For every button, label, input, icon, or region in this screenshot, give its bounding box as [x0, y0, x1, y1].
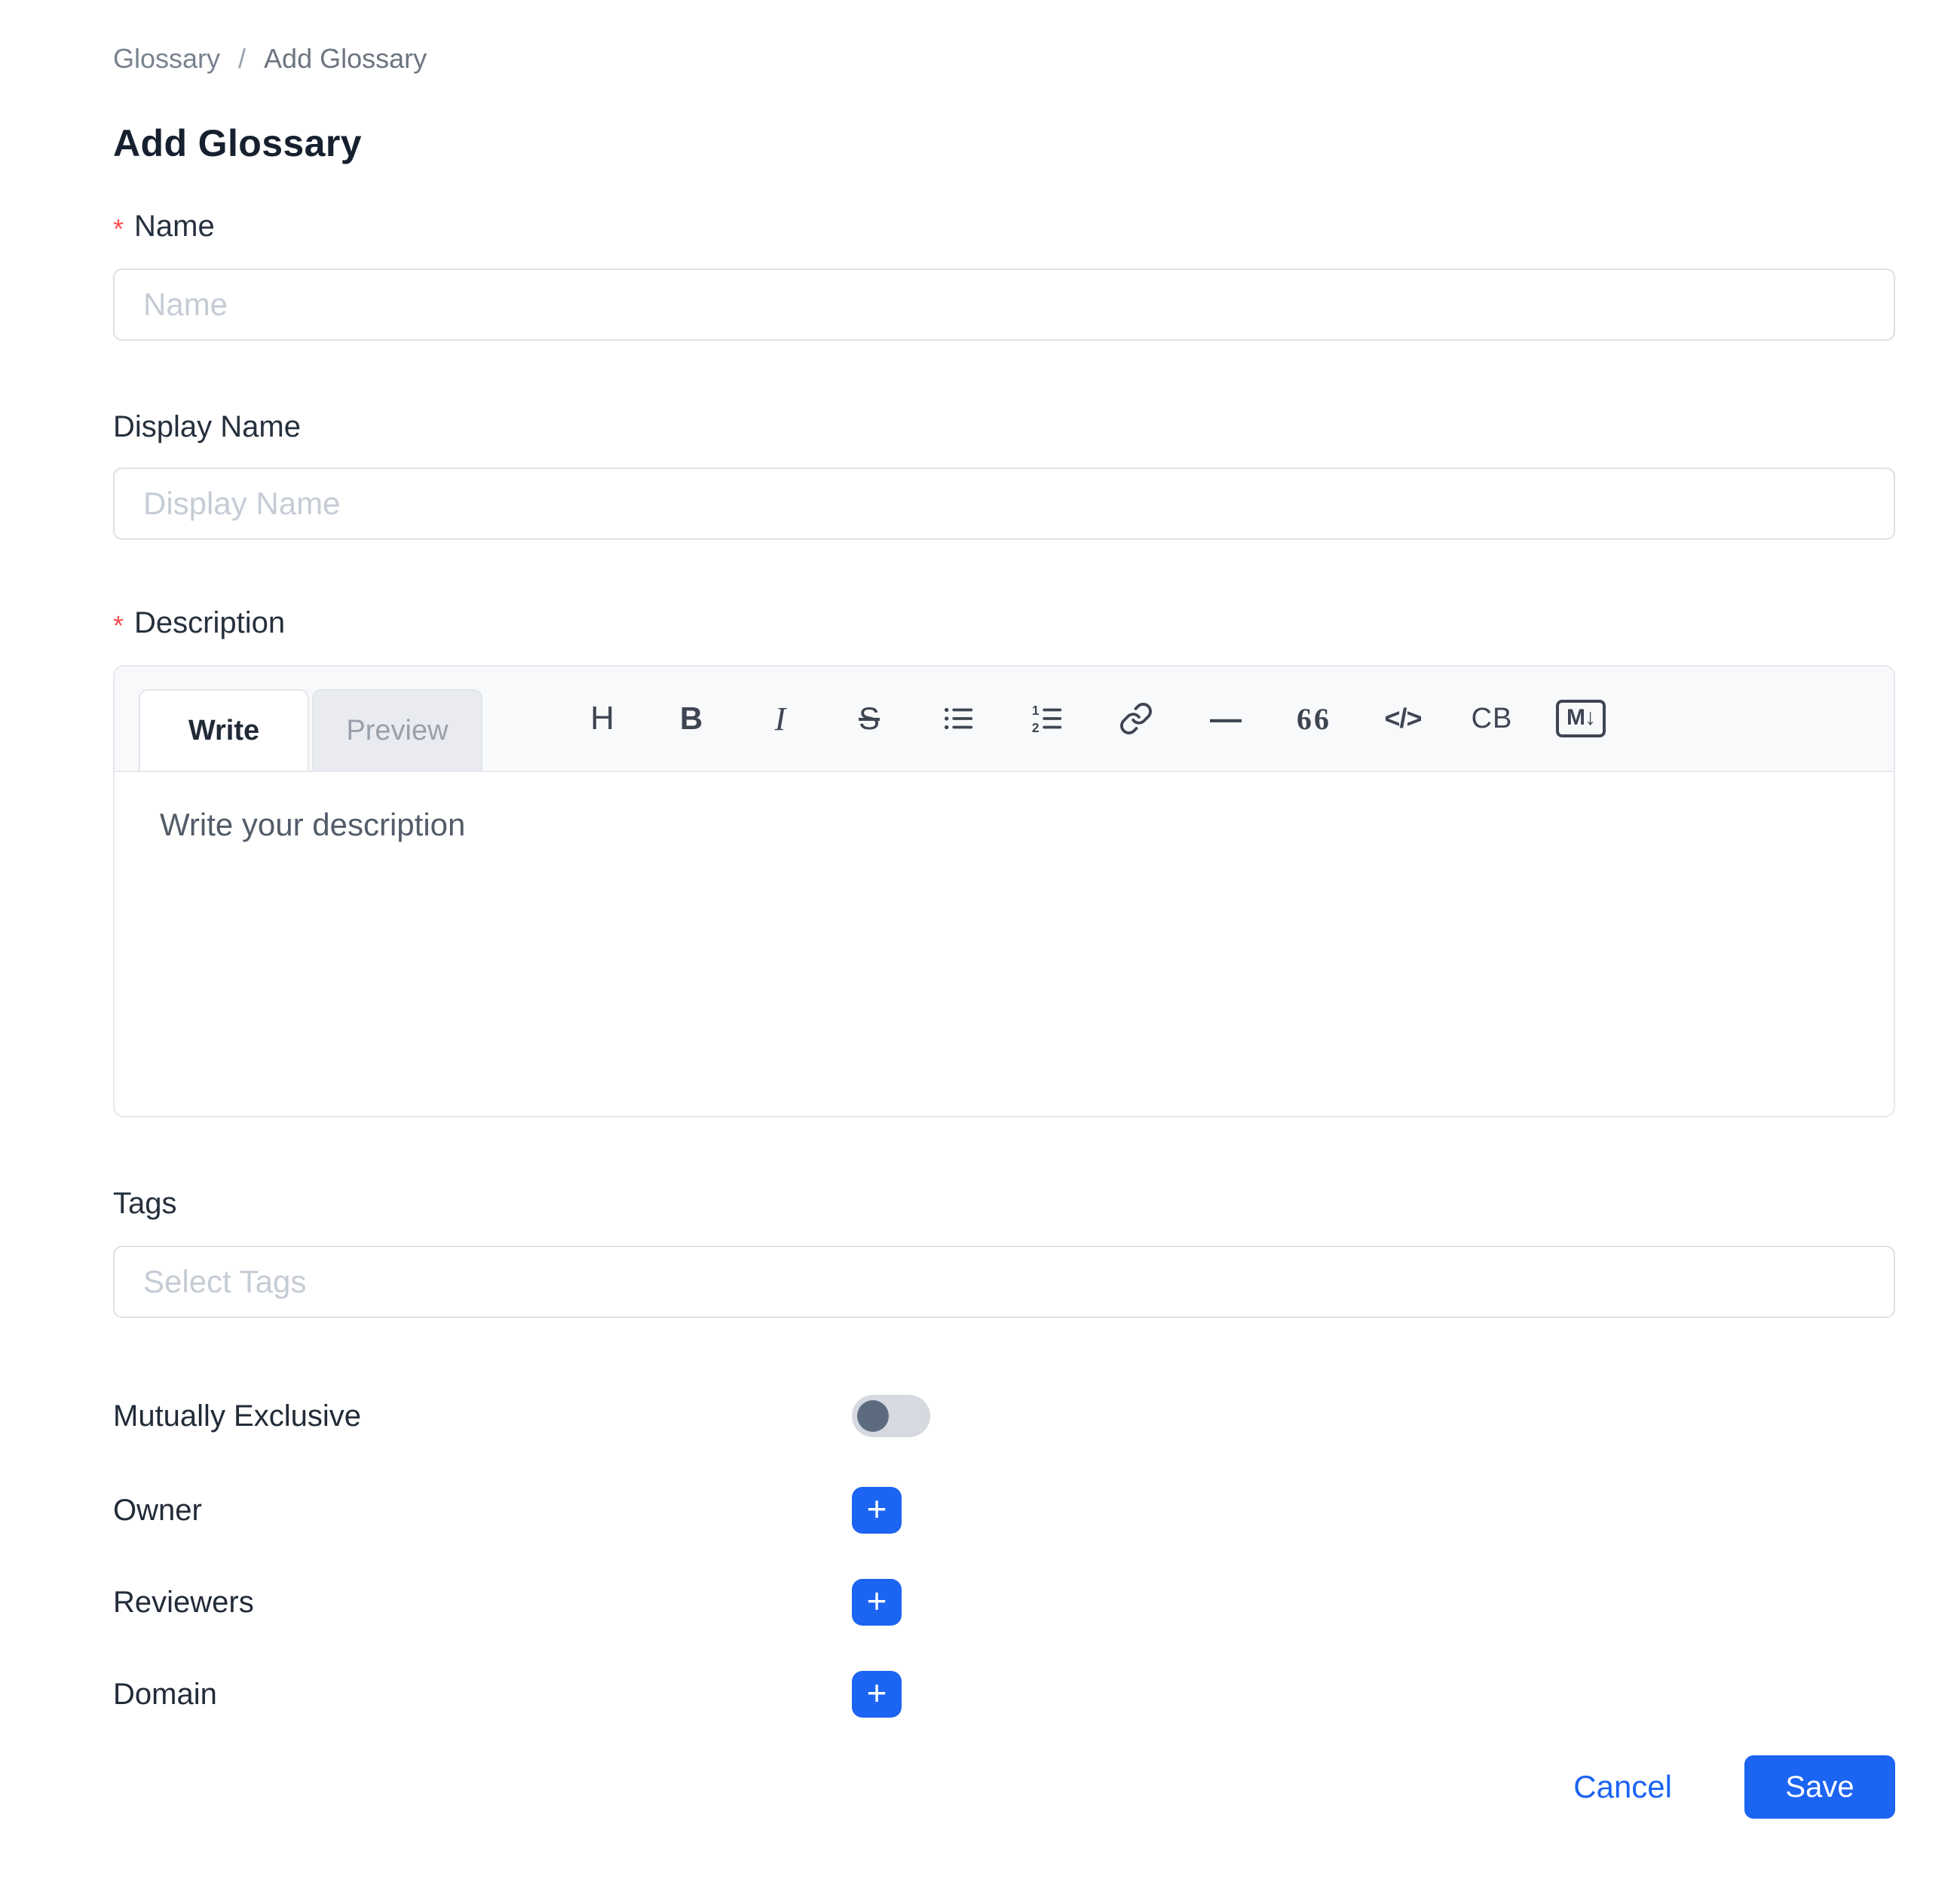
add-reviewers-button[interactable]: +	[852, 1579, 902, 1626]
code-icon[interactable]: </>	[1358, 667, 1447, 771]
quote-icon[interactable]: 66	[1269, 667, 1358, 771]
mutually-exclusive-label: Mutually Exclusive	[113, 1398, 852, 1434]
description-label: Description	[134, 605, 285, 641]
display-name-label: Display Name	[113, 409, 301, 445]
required-asterisk: *	[113, 605, 124, 639]
link-icon[interactable]	[1092, 667, 1181, 771]
cancel-button[interactable]: Cancel	[1573, 1769, 1672, 1805]
reviewers-row: Reviewers +	[113, 1579, 1895, 1626]
page-title: Add Glossary	[113, 122, 1895, 164]
name-input[interactable]	[113, 268, 1895, 341]
markdown-icon[interactable]: M↓	[1536, 667, 1625, 771]
tab-write[interactable]: Write	[139, 689, 309, 771]
tags-label: Tags	[113, 1185, 177, 1221]
description-textarea[interactable]	[160, 807, 1848, 1081]
heading-icon[interactable]: H	[558, 667, 647, 771]
mutually-exclusive-row: Mutually Exclusive	[113, 1395, 1895, 1437]
horizontal-rule-icon[interactable]: —	[1181, 667, 1269, 771]
editor-toolbar-icons: H B I S	[558, 667, 1625, 771]
add-domain-button[interactable]: +	[852, 1671, 902, 1718]
code-block-icon[interactable]: CB	[1447, 667, 1536, 771]
display-name-input[interactable]	[113, 467, 1895, 540]
description-editor-body	[115, 772, 1894, 1116]
breadcrumb-glossary[interactable]: Glossary	[113, 42, 220, 75]
strikethrough-icon[interactable]: S	[825, 667, 914, 771]
svg-text:2: 2	[1032, 720, 1040, 735]
required-asterisk: *	[113, 208, 124, 243]
domain-label: Domain	[113, 1676, 852, 1712]
display-name-label-row: Display Name	[113, 409, 1895, 445]
owner-row: Owner +	[113, 1487, 1895, 1534]
reviewers-label: Reviewers	[113, 1584, 852, 1620]
breadcrumb-add-glossary: Add Glossary	[264, 42, 427, 75]
mutually-exclusive-toggle[interactable]	[852, 1395, 930, 1437]
description-editor-toolbar: Write Preview H B I S	[115, 667, 1894, 772]
breadcrumb-separator: /	[238, 42, 246, 75]
description-editor: Write Preview H B I S	[113, 665, 1895, 1117]
domain-row: Domain +	[113, 1671, 1895, 1718]
owner-label: Owner	[113, 1492, 852, 1528]
markdown-icon-glyph: M↓	[1556, 700, 1606, 737]
name-label-row: * Name	[113, 208, 1895, 244]
description-label-row: * Description	[113, 605, 1895, 641]
unordered-list-icon[interactable]	[914, 667, 1003, 771]
italic-icon[interactable]: I	[736, 667, 825, 771]
tags-input[interactable]	[113, 1246, 1895, 1318]
tags-label-row: Tags	[113, 1185, 1895, 1221]
name-label: Name	[134, 208, 215, 244]
toggle-knob	[857, 1400, 889, 1432]
add-glossary-page: Glossary / Add Glossary Add Glossary * N…	[0, 0, 1960, 1882]
bold-icon[interactable]: B	[647, 667, 736, 771]
svg-text:1: 1	[1032, 703, 1040, 718]
form-footer: Cancel Save	[113, 1755, 1895, 1819]
tab-preview[interactable]: Preview	[312, 689, 482, 771]
add-owner-button[interactable]: +	[852, 1487, 902, 1534]
save-button[interactable]: Save	[1744, 1755, 1895, 1819]
breadcrumb: Glossary / Add Glossary	[113, 42, 1895, 75]
ordered-list-icon[interactable]: 1 2	[1003, 667, 1092, 771]
